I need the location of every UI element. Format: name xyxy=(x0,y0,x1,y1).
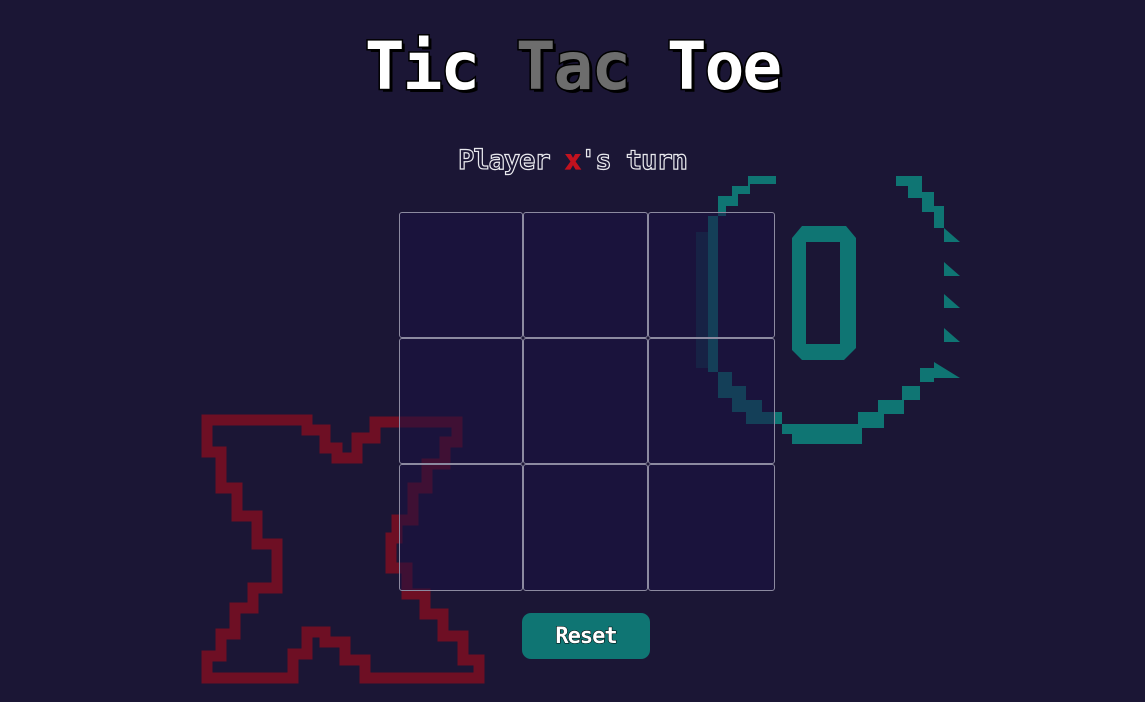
turn-status-prefix: Player xyxy=(457,144,565,176)
board-cell-5[interactable] xyxy=(523,338,648,464)
board-cell-3[interactable] xyxy=(648,212,775,338)
turn-status-suffix: 's turn xyxy=(580,144,689,176)
board-cell-6[interactable] xyxy=(648,338,775,464)
title-word-tic: Tic xyxy=(363,27,481,107)
turn-status: Player x's turn xyxy=(0,144,1145,178)
board-cell-4[interactable] xyxy=(399,338,523,464)
game-board xyxy=(399,212,775,592)
board-cell-1[interactable] xyxy=(399,212,523,338)
board-cell-9[interactable] xyxy=(648,464,775,591)
board-cell-2[interactable] xyxy=(523,212,648,338)
board-cell-7[interactable] xyxy=(399,464,523,591)
board-cell-8[interactable] xyxy=(523,464,648,591)
page-title: Tic Tac Toe xyxy=(0,22,1145,112)
current-player-mark: x xyxy=(564,145,581,177)
reset-button[interactable]: Reset xyxy=(522,613,650,659)
game-screen: Tic Tac Toe Player x's turn Reset xyxy=(0,0,1145,702)
title-word-tac: Tac xyxy=(514,27,632,107)
title-word-toe: Toe xyxy=(665,27,783,107)
